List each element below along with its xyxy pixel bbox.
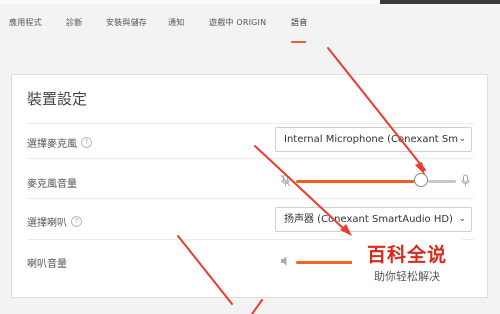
arrow-head <box>415 162 425 175</box>
arrow-line <box>327 47 426 171</box>
arrow-line <box>177 235 233 305</box>
arrow-line <box>251 299 263 314</box>
annotation-arrows <box>177 47 426 314</box>
arrow-line <box>254 145 346 231</box>
